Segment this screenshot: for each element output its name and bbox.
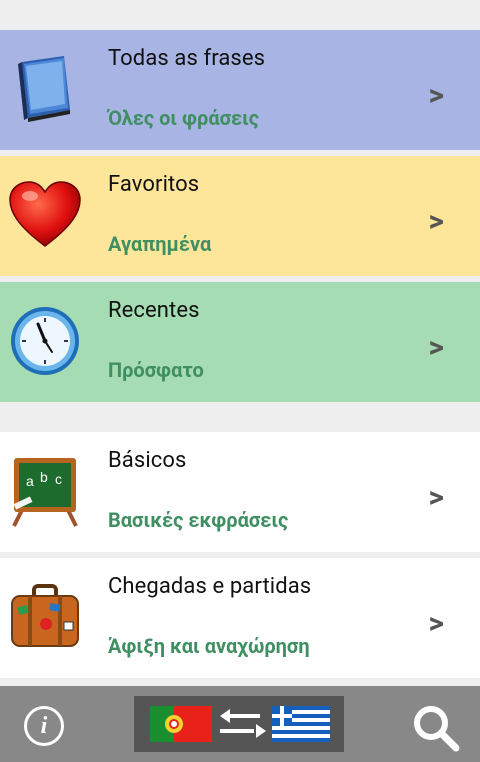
category-item-favorites[interactable]: Favoritos Αγαπημένα > [0, 156, 480, 276]
svg-text:a: a [26, 473, 34, 489]
category-item-basics[interactable]: a b c Básicos Βασικές εκφράσεις > [0, 432, 480, 552]
heart-icon [9, 181, 81, 247]
chevron-right-icon: > [428, 204, 444, 239]
book-icon [18, 56, 70, 122]
language-switch-button[interactable] [134, 696, 344, 752]
bottom-toolbar: i [0, 686, 480, 762]
category-title: Recentes [108, 298, 200, 323]
category-title: Básicos [108, 448, 187, 473]
category-subtitle: Όλες οι φράσεις [108, 106, 260, 130]
category-subtitle: Βασικές εκφράσεις [108, 508, 289, 532]
chevron-right-icon: > [428, 606, 444, 641]
language-pair-flags [150, 706, 330, 742]
greece-flag-icon [272, 706, 330, 742]
search-icon[interactable] [410, 702, 462, 754]
clock-icon [11, 307, 79, 375]
category-title: Favoritos [108, 172, 200, 197]
chevron-right-icon: > [428, 330, 444, 365]
chevron-right-icon: > [428, 78, 444, 113]
category-subtitle: Άφιξη και αναχώρηση [108, 634, 310, 658]
category-title: Todas as frases [108, 46, 266, 71]
info-button[interactable]: i [24, 706, 64, 746]
category-subtitle: Πρόσφατο [108, 358, 204, 382]
category-item-all-phrases[interactable]: Todas as frases Όλες οι φράσεις > [0, 30, 480, 150]
category-item-arrivals-departures[interactable]: Chegadas e partidas Άφιξη και αναχώρηση … [0, 558, 480, 678]
suitcase-icon [11, 584, 79, 647]
chevron-right-icon: > [428, 480, 444, 515]
category-subtitle: Αγαπημένα [108, 232, 212, 256]
category-title: Chegadas e partidas [108, 574, 312, 599]
svg-text:c: c [55, 471, 62, 487]
swap-arrows-icon [220, 709, 266, 738]
category-item-recent[interactable]: Recentes Πρόσφατο > [0, 282, 480, 402]
svg-text:b: b [40, 469, 48, 485]
portugal-flag-icon [150, 706, 212, 742]
chalkboard-icon: a b c [12, 458, 78, 527]
